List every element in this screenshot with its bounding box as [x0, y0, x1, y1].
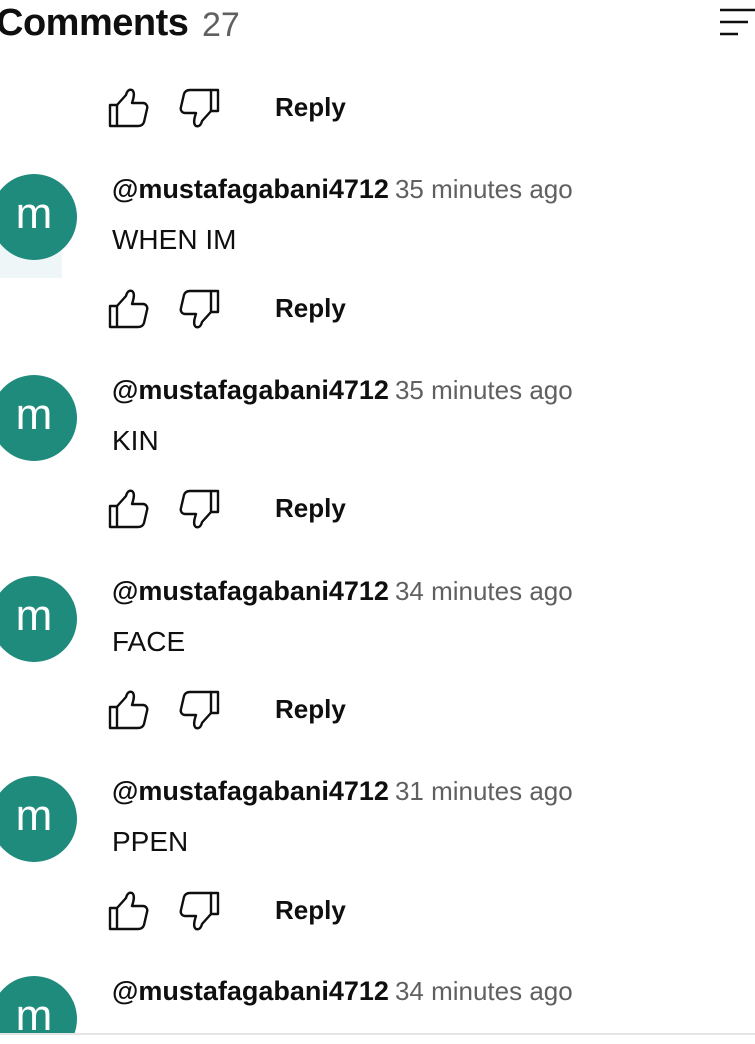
- comment-author[interactable]: @mustafagabani4712: [112, 375, 389, 405]
- bottom-edge: [0, 1035, 755, 1044]
- comment-actions: Reply: [107, 487, 407, 531]
- thumb-up-icon[interactable]: [107, 86, 151, 130]
- comment-actions: Reply: [107, 86, 407, 130]
- thumb-up-icon[interactable]: [107, 688, 151, 732]
- comment-text: KIN: [112, 425, 159, 456]
- sort-icon[interactable]: [716, 4, 755, 40]
- thumb-up-icon[interactable]: [107, 287, 151, 331]
- comment-meta: @mustafagabani4712 31 minutes ago: [112, 776, 573, 807]
- reply-button[interactable]: Reply: [275, 493, 346, 524]
- comment-item: m @mustafagabani4712 34 minutes ago FACE: [0, 576, 755, 776]
- comment-text: PPEN: [112, 826, 189, 857]
- comment-text: WHEN IM: [112, 224, 237, 255]
- comment-item: m @mustafagabani4712 35 minutes ago KIN: [0, 375, 755, 575]
- comments-header: Comments 27: [0, 0, 755, 50]
- comment-actions: Reply: [107, 287, 407, 331]
- comment-meta: @mustafagabani4712 35 minutes ago: [112, 174, 573, 205]
- thumb-down-icon[interactable]: [177, 889, 221, 933]
- reply-button[interactable]: Reply: [275, 694, 346, 725]
- thumb-down-icon[interactable]: [177, 487, 221, 531]
- comment-author[interactable]: @mustafagabani4712: [112, 576, 389, 606]
- reply-button[interactable]: Reply: [275, 895, 346, 926]
- reply-button[interactable]: Reply: [275, 92, 346, 123]
- comment-item: m @mustafagabani4712 35 minutes ago WHEN …: [0, 174, 755, 374]
- comment-time[interactable]: 34 minutes ago: [395, 576, 573, 606]
- thumb-down-icon[interactable]: [177, 688, 221, 732]
- comment-meta: @mustafagabani4712 35 minutes ago: [112, 375, 573, 406]
- comment-text: FACE: [112, 626, 186, 657]
- comment-meta: @mustafagabani4712 34 minutes ago: [112, 976, 573, 1007]
- reply-button[interactable]: Reply: [275, 293, 346, 324]
- avatar[interactable]: m: [0, 976, 77, 1034]
- comment-meta: @mustafagabani4712 34 minutes ago: [112, 576, 573, 607]
- comment-time[interactable]: 35 minutes ago: [395, 174, 573, 204]
- thumb-up-icon[interactable]: [107, 487, 151, 531]
- avatar[interactable]: m: [0, 174, 77, 260]
- comment-time[interactable]: 34 minutes ago: [395, 976, 573, 1006]
- comment-actions: Reply: [107, 688, 407, 732]
- comment-author[interactable]: @mustafagabani4712: [112, 976, 389, 1006]
- avatar[interactable]: m: [0, 576, 77, 662]
- thumb-down-icon[interactable]: [177, 86, 221, 130]
- comment-author[interactable]: @mustafagabani4712: [112, 174, 389, 204]
- comment-actions: Reply: [107, 889, 407, 933]
- comment-time[interactable]: 31 minutes ago: [395, 776, 573, 806]
- comments-title: Comments: [0, 2, 189, 44]
- thumb-up-icon[interactable]: [107, 889, 151, 933]
- comment-author[interactable]: @mustafagabani4712: [112, 776, 389, 806]
- comment-item: m @mustafagabani4712 34 minutes ago: [0, 976, 755, 1034]
- thumb-down-icon[interactable]: [177, 287, 221, 331]
- comment-time[interactable]: 35 minutes ago: [395, 375, 573, 405]
- avatar[interactable]: m: [0, 776, 77, 862]
- avatar[interactable]: m: [0, 375, 77, 461]
- comments-count: 27: [202, 6, 240, 44]
- comment-item: m @mustafagabani4712 31 minutes ago PPEN: [0, 776, 755, 976]
